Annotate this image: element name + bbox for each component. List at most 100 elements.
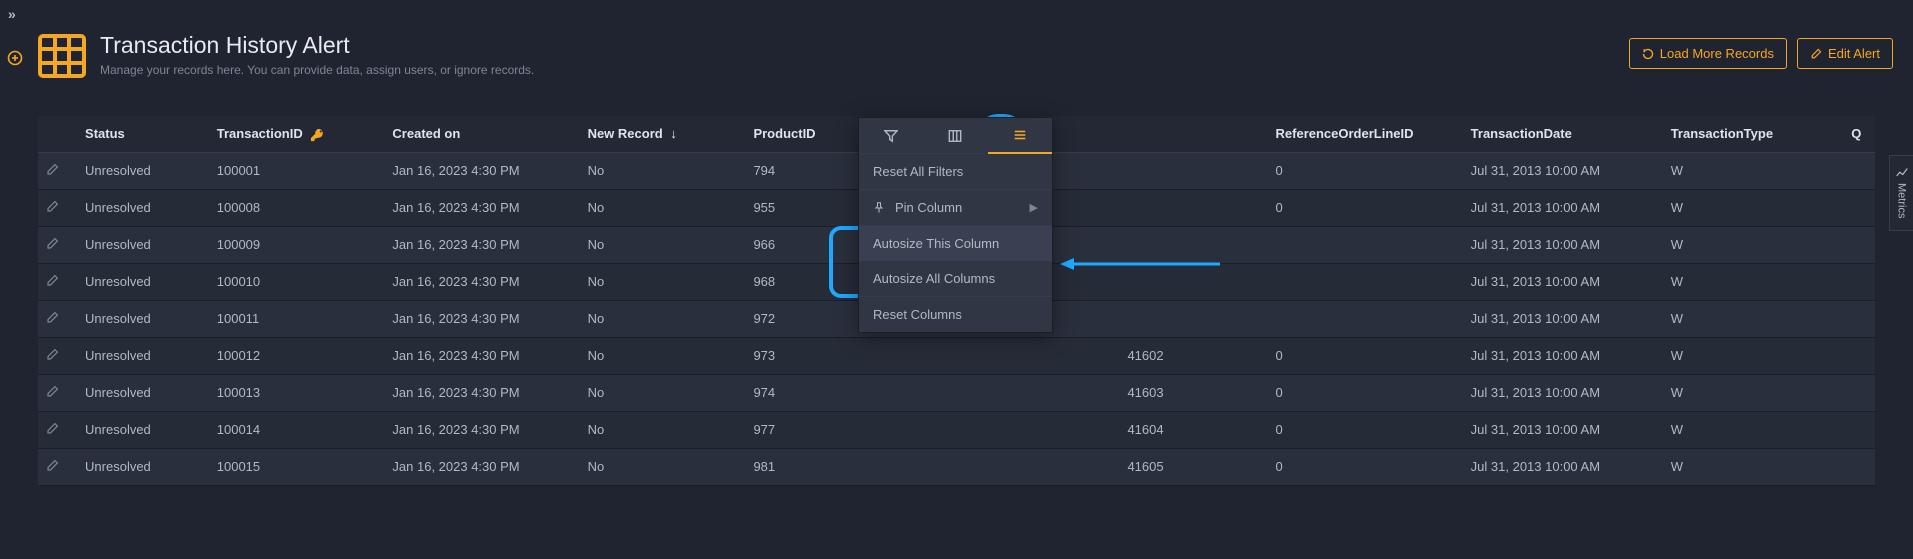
cell-transaction-id: 100008 xyxy=(209,189,385,226)
cell-created-on: Jan 16, 2023 4:30 PM xyxy=(384,263,579,300)
table-row[interactable]: Unresolved100012Jan 16, 2023 4:30 PMNo97… xyxy=(38,337,1875,374)
cell-new-record: No xyxy=(580,152,746,189)
col-q[interactable]: Q xyxy=(1843,116,1875,152)
sort-desc-icon: ↓ xyxy=(670,126,677,141)
edit-alert-label: Edit Alert xyxy=(1828,46,1880,61)
cell-transaction-id: 100010 xyxy=(209,263,385,300)
cell-ref-order-line-id: 0 xyxy=(1268,189,1463,226)
table-row[interactable]: Unresolved100014Jan 16, 2023 4:30 PMNo97… xyxy=(38,411,1875,448)
cell-status: Unresolved xyxy=(77,189,209,226)
col-ref-order-id[interactable] xyxy=(1024,116,1268,152)
edit-row-button[interactable] xyxy=(38,411,77,448)
cell-transaction-date: Jul 31, 2013 10:00 AM xyxy=(1463,300,1663,337)
cell-status: Unresolved xyxy=(77,374,209,411)
cell-q xyxy=(1843,337,1875,374)
col-status[interactable]: Status xyxy=(77,116,209,152)
menu-autosize-all-label: Autosize All Columns xyxy=(873,271,995,286)
cell-transaction-date: Jul 31, 2013 10:00 AM xyxy=(1463,226,1663,263)
cell-transaction-date: Jul 31, 2013 10:00 AM xyxy=(1463,448,1663,485)
cell-transaction-type: W xyxy=(1663,448,1844,485)
cell-transaction-id: 100011 xyxy=(209,300,385,337)
cell-transaction-id: 100013 xyxy=(209,374,385,411)
column-menu-tab-columns[interactable] xyxy=(923,118,987,153)
col-transaction-type[interactable]: TransactionType xyxy=(1663,116,1844,152)
cell-ref-order-id: 41605 xyxy=(1024,448,1268,485)
table-row[interactable]: Unresolved100013Jan 16, 2023 4:30 PMNo97… xyxy=(38,374,1875,411)
cell-new-record: No xyxy=(580,448,746,485)
cell-q xyxy=(1843,374,1875,411)
col-ttype-label: TransactionType xyxy=(1671,126,1773,141)
menu-pin-column-label: Pin Column xyxy=(895,200,962,215)
col-tdate-label: TransactionDate xyxy=(1471,126,1572,141)
cell-transaction-date: Jul 31, 2013 10:00 AM xyxy=(1463,411,1663,448)
cell-status: Unresolved xyxy=(77,263,209,300)
column-menu-tab-general[interactable] xyxy=(988,118,1052,154)
edit-row-button[interactable] xyxy=(38,300,77,337)
cell-transaction-date: Jul 31, 2013 10:00 AM xyxy=(1463,374,1663,411)
load-more-button[interactable]: Load More Records xyxy=(1629,38,1787,69)
menu-autosize-all[interactable]: Autosize All Columns xyxy=(859,261,1052,296)
col-edit-actions[interactable] xyxy=(38,116,77,152)
edit-alert-button[interactable]: Edit Alert xyxy=(1797,38,1893,69)
cell-transaction-type: W xyxy=(1663,411,1844,448)
add-record-button[interactable] xyxy=(7,50,23,66)
cell-new-record: No xyxy=(580,300,746,337)
cell-ref-order-line-id: 0 xyxy=(1268,448,1463,485)
cell-transaction-type: W xyxy=(1663,152,1844,189)
cell-created-on: Jan 16, 2023 4:30 PM xyxy=(384,152,579,189)
cell-ref-order-id xyxy=(1024,300,1268,337)
cell-q xyxy=(1843,448,1875,485)
edit-row-button[interactable] xyxy=(38,226,77,263)
cell-transaction-type: W xyxy=(1663,226,1844,263)
expand-sidebar-button[interactable]: » xyxy=(8,6,16,22)
edit-row-button[interactable] xyxy=(38,448,77,485)
cell-transaction-id: 100015 xyxy=(209,448,385,485)
cell-transaction-type: W xyxy=(1663,263,1844,300)
cell-status: Unresolved xyxy=(77,152,209,189)
columns-icon xyxy=(948,129,962,143)
page-subtitle: Manage your records here. You can provid… xyxy=(100,63,534,77)
menu-reset-filters[interactable]: Reset All Filters xyxy=(859,154,1052,189)
cell-product-id: 974 xyxy=(745,374,1023,411)
col-transaction-id-label: TransactionID xyxy=(217,126,303,141)
column-menu-tab-filter[interactable] xyxy=(859,118,923,153)
menu-autosize-this[interactable]: Autosize This Column xyxy=(859,226,1052,261)
cell-status: Unresolved xyxy=(77,300,209,337)
cell-ref-order-id xyxy=(1024,226,1268,263)
cell-ref-order-line-id xyxy=(1268,226,1463,263)
cell-q xyxy=(1843,300,1875,337)
edit-row-button[interactable] xyxy=(38,189,77,226)
cell-ref-order-id: 41604 xyxy=(1024,411,1268,448)
menu-reset-columns[interactable]: Reset Columns xyxy=(859,297,1052,332)
cell-ref-order-line-id xyxy=(1268,300,1463,337)
col-status-label: Status xyxy=(85,126,125,141)
cell-new-record: No xyxy=(580,189,746,226)
col-ref-order-line-id[interactable]: ReferenceOrderLineID xyxy=(1268,116,1463,152)
cell-transaction-id: 100012 xyxy=(209,337,385,374)
key-icon xyxy=(310,128,324,142)
col-transaction-date[interactable]: TransactionDate xyxy=(1463,116,1663,152)
metrics-side-tab[interactable]: Metrics xyxy=(1889,155,1913,231)
header-actions: Load More Records Edit Alert xyxy=(1629,38,1893,69)
cell-q xyxy=(1843,226,1875,263)
cell-ref-order-line-id: 0 xyxy=(1268,152,1463,189)
cell-ref-order-line-id: 0 xyxy=(1268,374,1463,411)
edit-row-button[interactable] xyxy=(38,337,77,374)
cell-transaction-date: Jul 31, 2013 10:00 AM xyxy=(1463,189,1663,226)
menu-pin-column[interactable]: Pin Column ▶ xyxy=(859,190,1052,225)
col-transaction-id[interactable]: TransactionID xyxy=(209,116,385,152)
filter-icon xyxy=(884,129,898,143)
edit-row-button[interactable] xyxy=(38,374,77,411)
cell-ref-order-id: 41602 xyxy=(1024,337,1268,374)
metrics-label: Metrics xyxy=(1896,183,1908,218)
col-created-on[interactable]: Created on xyxy=(384,116,579,152)
edit-row-button[interactable] xyxy=(38,152,77,189)
refresh-icon xyxy=(1642,48,1654,60)
table-row[interactable]: Unresolved100015Jan 16, 2023 4:30 PMNo98… xyxy=(38,448,1875,485)
left-strip: » xyxy=(0,0,28,559)
edit-row-button[interactable] xyxy=(38,263,77,300)
cell-status: Unresolved xyxy=(77,226,209,263)
cell-created-on: Jan 16, 2023 4:30 PM xyxy=(384,337,579,374)
cell-ref-order-id xyxy=(1024,152,1268,189)
col-new-record[interactable]: New Record ↓ xyxy=(580,116,746,152)
